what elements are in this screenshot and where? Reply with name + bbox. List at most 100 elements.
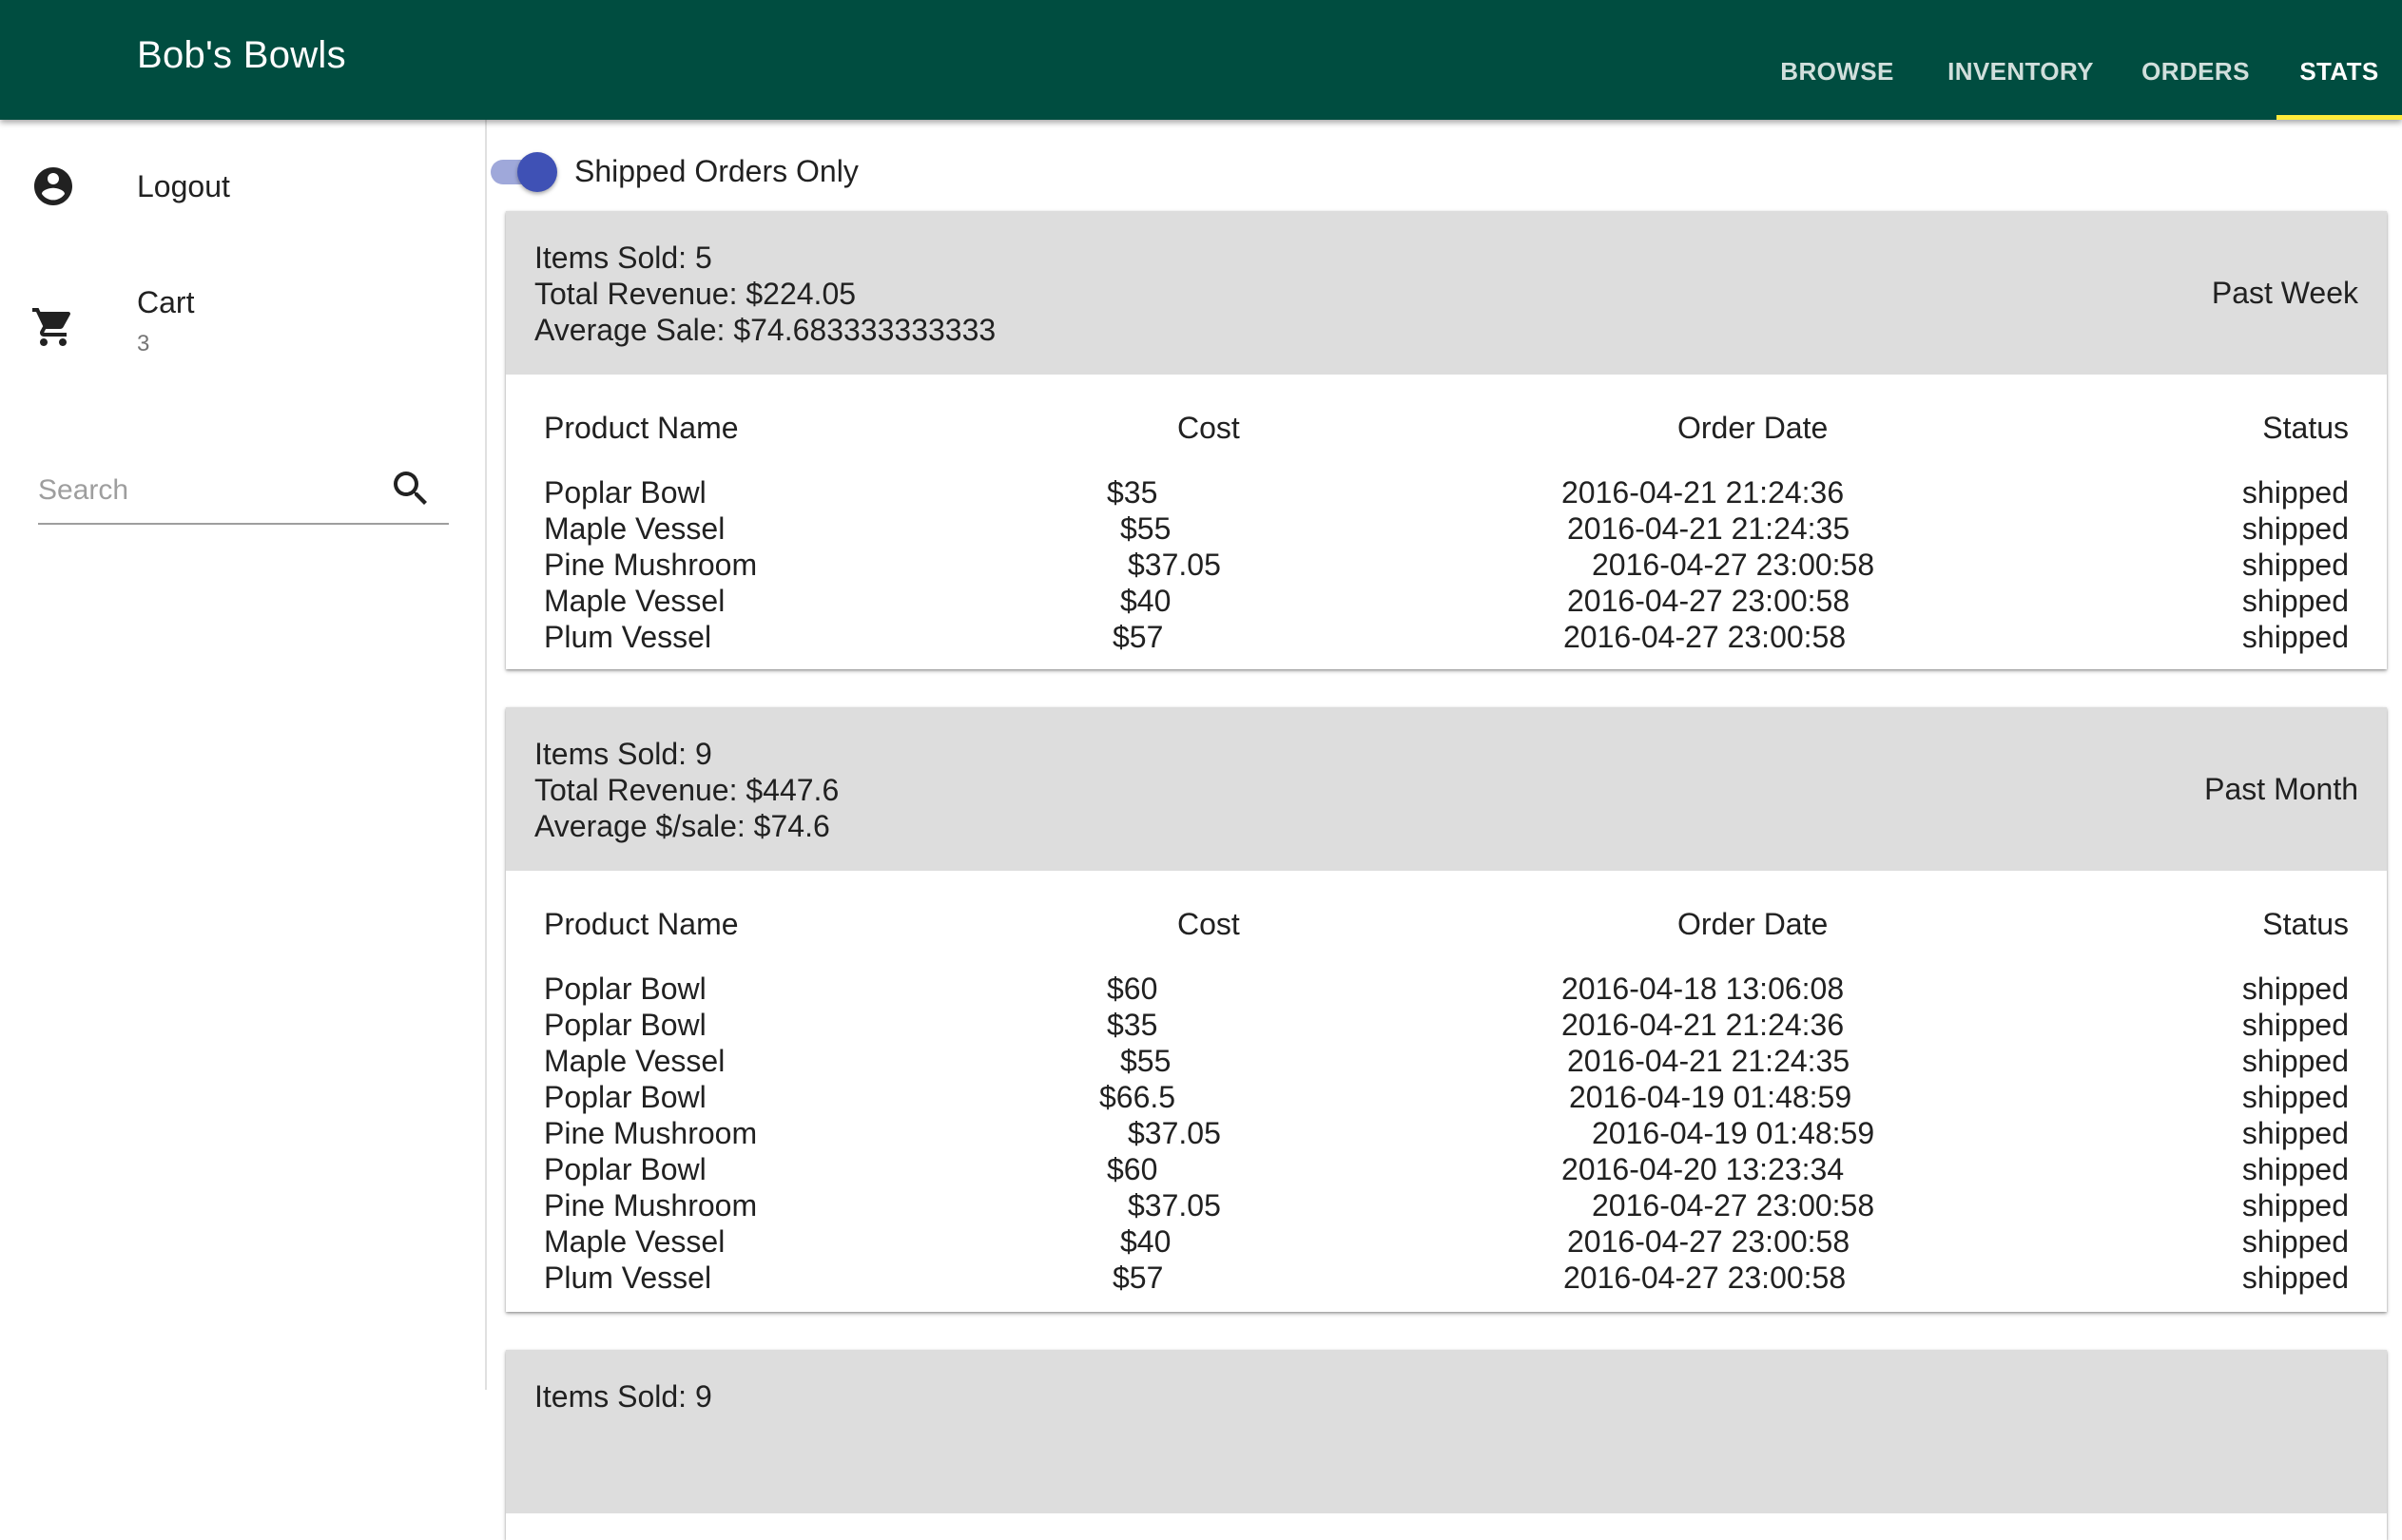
column-header-cost: Cost (1177, 907, 1240, 941)
order-date: 2016-04-19 01:48:59 (1569, 1080, 1852, 1114)
product-name: Plum Vessel (544, 620, 712, 654)
order-date: 2016-04-21 21:24:35 (1567, 511, 1850, 546)
cost: $37.05 (1128, 1116, 1221, 1150)
status: shipped (2241, 1080, 2349, 1114)
stats-summary: Items Sold: 9 (534, 1378, 712, 1415)
order-date: 2016-04-21 21:24:36 (1561, 475, 1845, 510)
cost: $55 (1120, 1044, 1172, 1078)
product-name: Plum Vessel (544, 1261, 712, 1295)
sidebar: Logout Cart 3 (0, 120, 487, 1390)
sidebar-item-logout[interactable]: Logout (0, 158, 487, 234)
product-name: Pine Mushroom (544, 1116, 758, 1150)
card-header: Items Sold: 5 Total Revenue: $224.05 Ave… (506, 211, 2387, 375)
product-name: Poplar Bowl (544, 972, 707, 1006)
cost: $55 (1120, 511, 1172, 546)
order-date: 2016-04-27 23:00:58 (1567, 1224, 1850, 1259)
tab-inventory[interactable]: INVENTORY (1927, 0, 2115, 120)
nav-tabs: BROWSE INVENTORY ORDERS STATS (1748, 0, 2402, 120)
column-header-order-date: Order Date (1677, 411, 1829, 445)
cost: $35 (1107, 1008, 1158, 1042)
status: shipped (2241, 584, 2349, 618)
order-date: 2016-04-21 21:24:35 (1567, 1044, 1850, 1078)
search-field (38, 439, 449, 525)
tab-browse[interactable]: BROWSE (1748, 0, 1927, 120)
table-row: Maple Vessel $40 2016-04-27 23:00:58 shi… (506, 584, 2387, 620)
items-sold: Items Sold: 9 (534, 1379, 712, 1414)
account-circle-icon (30, 164, 76, 209)
cart-count: 3 (137, 331, 150, 356)
order-date: 2016-04-18 13:06:08 (1561, 972, 1845, 1006)
cost: $40 (1120, 584, 1172, 618)
status: shipped (2241, 548, 2349, 582)
table-header: Product Name Cost Order Date Status (506, 871, 2387, 947)
table-row: Pine Mushroom $37.05 2016-04-27 23:00:58… (506, 548, 2387, 584)
order-date: 2016-04-27 23:00:58 (1592, 548, 1875, 582)
table-row: Plum Vessel $57 2016-04-27 23:00:58 ship… (506, 1261, 2387, 1297)
total-revenue: Total Revenue: $447.6 (534, 773, 840, 807)
average-sale: Average Sale: $74.683333333333 (534, 313, 997, 347)
search-input[interactable] (38, 472, 380, 510)
table-row: Poplar Bowl $60 2016-04-20 13:23:34 ship… (506, 1152, 2387, 1188)
product-name: Maple Vessel (544, 1224, 726, 1259)
card-header: Items Sold: 9 Total Revenue: $447.6 Aver… (506, 707, 2387, 871)
product-name: Pine Mushroom (544, 548, 758, 582)
table-row: Poplar Bowl $35 2016-04-21 21:24:36 ship… (506, 475, 2387, 511)
table-row: Plum Vessel $57 2016-04-27 23:00:58 ship… (506, 620, 2387, 656)
sidebar-item-cart[interactable]: Cart 3 (0, 276, 487, 371)
status: shipped (2241, 475, 2349, 510)
table-header: Product Name Cost Order Date Status (506, 375, 2387, 451)
table-row: Maple Vessel $40 2016-04-27 23:00:58 shi… (506, 1224, 2387, 1261)
app-title: Bob's Bowls (137, 34, 346, 76)
tab-stats[interactable]: STATS (2276, 0, 2402, 120)
product-name: Maple Vessel (544, 584, 726, 618)
product-name: Poplar Bowl (544, 1080, 707, 1114)
cost: $66.5 (1099, 1080, 1176, 1114)
status: shipped (2241, 1261, 2349, 1295)
table-row: Pine Mushroom $37.05 2016-04-19 01:48:59… (506, 1116, 2387, 1152)
product-name: Maple Vessel (544, 1044, 726, 1078)
cost: $60 (1107, 1152, 1158, 1186)
cost: $35 (1107, 475, 1158, 510)
cost: $57 (1113, 620, 1164, 654)
stats-card-all-time: Items Sold: 9 (506, 1350, 2387, 1540)
status: shipped (2241, 1224, 2349, 1259)
column-header-product-name: Product Name (544, 907, 739, 941)
tab-orders[interactable]: ORDERS (2115, 0, 2276, 120)
column-header-status: Status (2262, 907, 2349, 941)
app-bar: Bob's Bowls BROWSE INVENTORY ORDERS STAT… (0, 0, 2402, 120)
search-icon[interactable] (388, 466, 434, 511)
table-row: Poplar Bowl $60 2016-04-18 13:06:08 ship… (506, 972, 2387, 1008)
order-date: 2016-04-27 23:00:58 (1563, 620, 1847, 654)
order-date: 2016-04-21 21:24:36 (1561, 1008, 1845, 1042)
cost: $60 (1107, 972, 1158, 1006)
average-sale: Average $/sale: $74.6 (534, 809, 830, 843)
product-name: Poplar Bowl (544, 1008, 707, 1042)
column-header-product-name: Product Name (544, 411, 739, 445)
stats-summary: Items Sold: 9 Total Revenue: $447.6 Aver… (534, 736, 839, 844)
shopping-cart-icon (30, 304, 76, 350)
cost: $37.05 (1128, 1188, 1221, 1222)
order-date: 2016-04-27 23:00:58 (1592, 1188, 1875, 1222)
status: shipped (2241, 1116, 2349, 1150)
toggle-knob[interactable] (517, 152, 557, 192)
status: shipped (2241, 620, 2349, 654)
order-date: 2016-04-27 23:00:58 (1563, 1261, 1847, 1295)
product-name: Poplar Bowl (544, 475, 707, 510)
period-label: Past Week (2211, 276, 2358, 310)
items-sold: Items Sold: 9 (534, 737, 712, 771)
column-header-cost: Cost (1177, 411, 1240, 445)
cost: $37.05 (1128, 548, 1221, 582)
order-date: 2016-04-27 23:00:58 (1567, 584, 1850, 618)
cost: $57 (1113, 1261, 1164, 1295)
status: shipped (2241, 972, 2349, 1006)
column-header-order-date: Order Date (1677, 907, 1829, 941)
status: shipped (2241, 1188, 2349, 1222)
stats-card-past-week: Items Sold: 5 Total Revenue: $224.05 Ave… (506, 211, 2387, 669)
stats-summary: Items Sold: 5 Total Revenue: $224.05 Ave… (534, 240, 996, 348)
table-row: Maple Vessel $55 2016-04-21 21:24:35 shi… (506, 1044, 2387, 1080)
order-date: 2016-04-20 13:23:34 (1561, 1152, 1845, 1186)
status: shipped (2241, 1008, 2349, 1042)
table-row: Poplar Bowl $66.5 2016-04-19 01:48:59 sh… (506, 1080, 2387, 1116)
sidebar-item-label: Logout (137, 169, 230, 203)
product-name: Maple Vessel (544, 511, 726, 546)
